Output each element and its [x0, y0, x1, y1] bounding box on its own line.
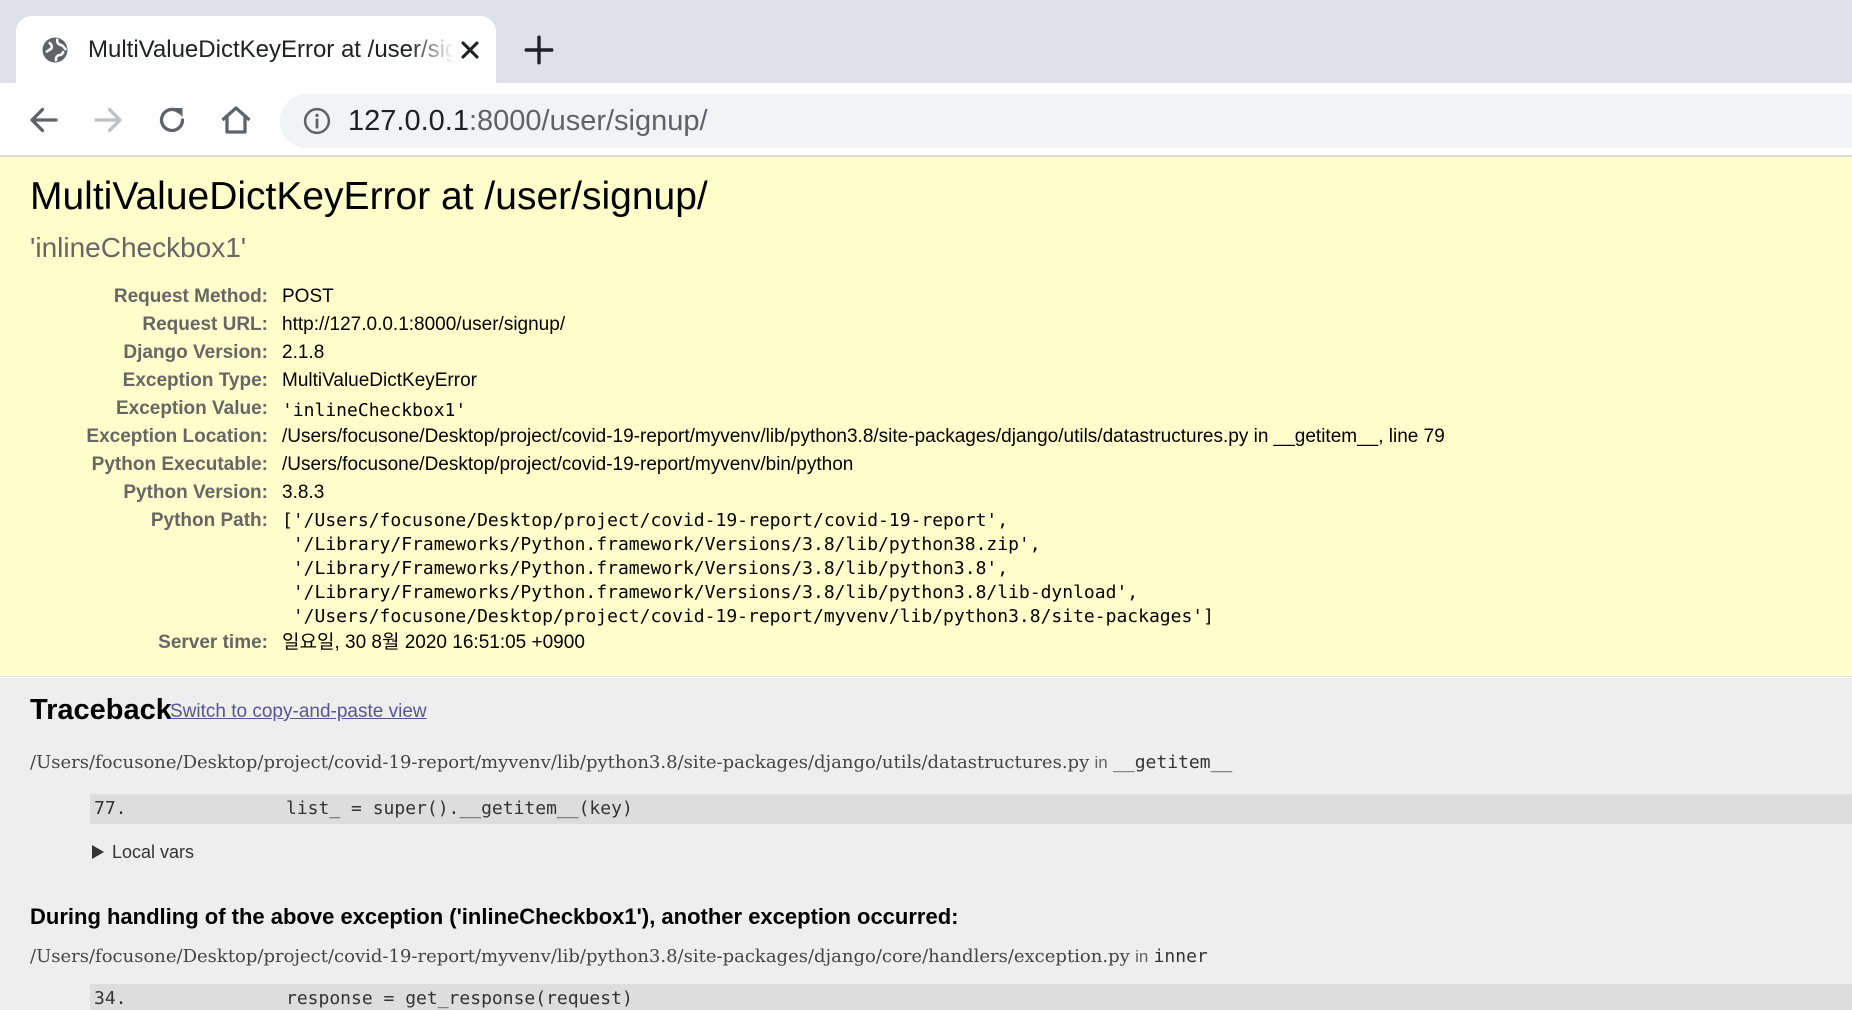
frame-file-path: /Users/focusone/Desktop/project/covid-19… — [30, 752, 1090, 773]
python-path-line: '/Library/Frameworks/Python.framework/Ve… — [282, 558, 1009, 579]
local-vars-label: Local vars — [112, 842, 195, 862]
meta-label: Request URL: — [142, 314, 268, 335]
meta-label: Python Executable: — [91, 454, 268, 475]
tab-title: MultiValueDictKeyError at /user/signup/ — [88, 36, 454, 63]
meta-label: Python Version: — [123, 482, 268, 503]
switch-copy-paste-link[interactable]: Switch to copy-and-paste view — [170, 699, 427, 725]
meta-value: 'inlineCheckbox1' — [282, 400, 467, 421]
forward-arrow-icon[interactable] — [90, 102, 126, 138]
exception-value-heading: 'inlineCheckbox1' — [30, 232, 247, 263]
info-icon[interactable] — [302, 106, 332, 136]
python-path-line: '/Library/Frameworks/Python.framework/Ve… — [282, 534, 1041, 555]
url-path: :8000/user/signup/ — [468, 105, 708, 137]
code-text: response = get_response(request) — [286, 988, 633, 1009]
page-title: MultiValueDictKeyError at /user/signup/ — [30, 175, 708, 218]
meta-row-django-version: Django Version: 2.1.8 — [0, 339, 1852, 367]
meta-row-python-executable: Python Executable: /Users/focusone/Deskt… — [0, 451, 1852, 479]
frame-in-text: in — [1135, 947, 1149, 966]
reload-icon[interactable] — [154, 102, 190, 138]
python-path-line: '/Library/Frameworks/Python.framework/Ve… — [282, 582, 1139, 603]
frame-function: inner — [1153, 946, 1208, 967]
traceback-heading: Traceback — [30, 694, 172, 726]
error-summary: MultiValueDictKeyError at /user/signup/ … — [0, 157, 1852, 677]
globe-icon — [42, 37, 68, 63]
meta-value: POST — [282, 286, 334, 307]
meta-label: Python Path: — [150, 510, 268, 531]
meta-label: Request Method: — [113, 286, 268, 307]
meta-row-request-method: Request Method: POST — [0, 283, 1852, 311]
local-vars-toggle[interactable]: Local vars — [92, 839, 194, 865]
meta-value: MultiValueDictKeyError — [282, 370, 477, 391]
meta-value: 일요일, 30 8월 2020 16:51:05 +0900 — [282, 632, 585, 653]
line-number: 34. — [94, 988, 127, 1009]
meta-value: 2.1.8 — [282, 342, 325, 363]
meta-label: Exception Type: — [122, 370, 268, 391]
browser-toolbar: 127.0.0.1:8000/user/signup/ — [0, 83, 1852, 157]
new-tab-plus-icon[interactable] — [522, 33, 556, 67]
python-path-line: '/Users/focusone/Desktop/project/covid-1… — [282, 606, 1214, 627]
frame-file-path: /Users/focusone/Desktop/project/covid-19… — [30, 946, 1130, 967]
traceback-frame-location[interactable]: /Users/focusone/Desktop/project/covid-19… — [30, 944, 1208, 970]
meta-label: Django Version: — [123, 342, 268, 363]
meta-row-exception-location: Exception Location: /Users/focusone/Desk… — [0, 423, 1852, 451]
meta-row-python-path: Python Path: ['/Users/focusone/Desktop/p… — [0, 507, 1852, 629]
meta-row-server-time: Server time: 일요일, 30 8월 2020 16:51:05 +0… — [0, 629, 1852, 657]
context-line[interactable]: 34. response = get_response(request) — [90, 984, 1852, 1010]
meta-row-python-version: Python Version: 3.8.3 — [0, 479, 1852, 507]
python-path-line: ['/Users/focusone/Desktop/project/covid-… — [282, 510, 1009, 531]
code-text: list_ = super().__getitem__(key) — [286, 798, 633, 819]
chained-exception-heading: During handling of the above exception (… — [30, 904, 959, 929]
home-icon[interactable] — [218, 102, 254, 138]
meta-label: Exception Location: — [86, 426, 268, 447]
address-bar[interactable]: 127.0.0.1:8000/user/signup/ — [280, 94, 1852, 148]
meta-row-exception-type: Exception Type: MultiValueDictKeyError — [0, 367, 1852, 395]
meta-label: Exception Value: — [115, 398, 268, 419]
close-icon[interactable] — [456, 36, 484, 64]
meta-label: Server time: — [158, 632, 268, 653]
meta-row-exception-value: Exception Value: 'inlineCheckbox1' — [0, 395, 1852, 423]
triangle-right-icon — [92, 845, 104, 859]
context-line[interactable]: 77. list_ = super().__getitem__(key) — [90, 794, 1852, 824]
frame-in-text: in — [1094, 753, 1108, 772]
meta-value: /Users/focusone/Desktop/project/covid-19… — [282, 426, 1445, 447]
meta-value: http://127.0.0.1:8000/user/signup/ — [282, 314, 566, 335]
tab-strip: MultiValueDictKeyError at /user/signup/ — [0, 0, 1852, 83]
frame-function: __getitem__ — [1113, 752, 1233, 773]
meta-row-request-url: Request URL: http://127.0.0.1:8000/user/… — [0, 311, 1852, 339]
python-path-list: ['/Users/focusone/Desktop/project/covid-… — [282, 509, 1214, 629]
url-host: 127.0.0.1 — [348, 105, 469, 137]
meta-value: 3.8.3 — [282, 482, 325, 503]
line-number: 77. — [94, 798, 127, 819]
back-arrow-icon[interactable] — [26, 102, 62, 138]
traceback-section: Traceback Switch to copy-and-paste view … — [0, 678, 1852, 1010]
browser-tab[interactable]: MultiValueDictKeyError at /user/signup/ — [16, 16, 496, 83]
url-text[interactable]: 127.0.0.1:8000/user/signup/ — [348, 104, 708, 138]
meta-value: /Users/focusone/Desktop/project/covid-19… — [282, 454, 854, 475]
traceback-frame-location[interactable]: /Users/focusone/Desktop/project/covid-19… — [30, 750, 1232, 776]
